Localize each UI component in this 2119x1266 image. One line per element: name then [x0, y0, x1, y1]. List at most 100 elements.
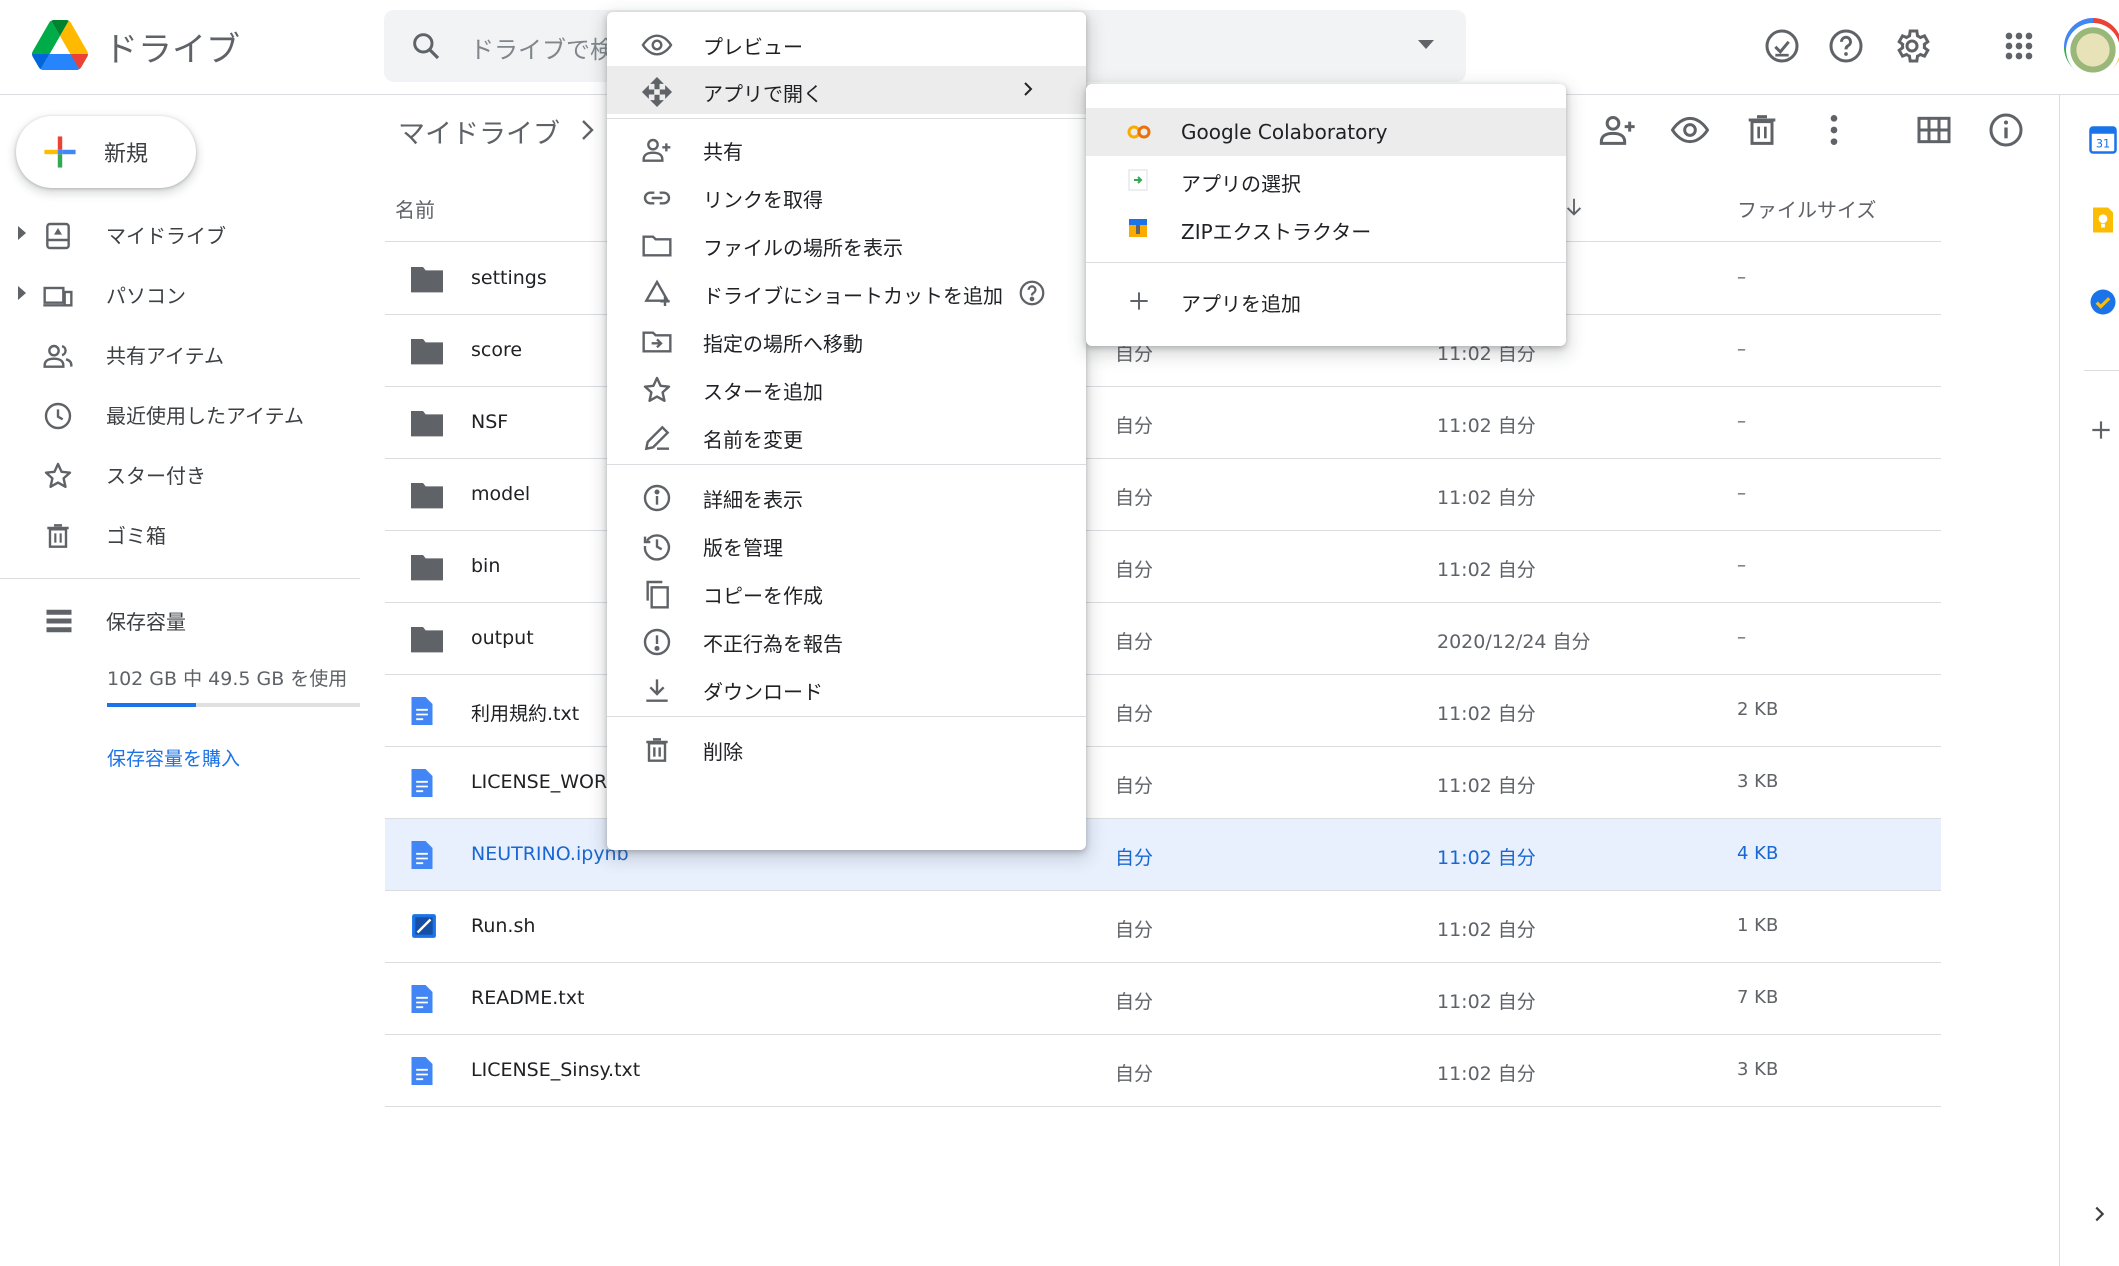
- menu-item-label: 不正行為を報告: [703, 632, 843, 656]
- copy-icon: [641, 578, 673, 610]
- recent-icon: [42, 400, 74, 432]
- folder-icon: [411, 337, 443, 365]
- info-icon[interactable]: [1986, 110, 2026, 150]
- submenu-item[interactable]: ZIPエクストラクター: [1086, 204, 1566, 252]
- breadcrumb[interactable]: マイドライブ: [398, 112, 560, 151]
- menu-item[interactable]: リンクを取得: [607, 172, 1086, 220]
- help-icon[interactable]: [1826, 26, 1866, 66]
- document-icon: [411, 697, 433, 725]
- file-name: bin: [471, 555, 501, 577]
- file-owner: 自分: [1115, 559, 1154, 581]
- sidebar-item-my-drive[interactable]: マイドライブ: [0, 206, 360, 262]
- trash-icon[interactable]: [1742, 110, 1782, 150]
- expand-arrow-icon[interactable]: [18, 226, 26, 240]
- file-size: 1 KB: [1737, 915, 1779, 936]
- menu-item[interactable]: ファイルの場所を表示: [607, 220, 1086, 268]
- history-icon: [641, 530, 673, 562]
- file-size: 7 KB: [1737, 987, 1779, 1008]
- file-modified: 11:02 自分: [1437, 919, 1536, 941]
- apps-grid-icon[interactable]: [1999, 26, 2039, 66]
- file-modified: 11:02 自分: [1437, 847, 1536, 869]
- menu-item[interactable]: プレビュー: [607, 19, 1086, 67]
- menu-item[interactable]: ドライブにショートカットを追加: [607, 268, 1086, 316]
- menu-item[interactable]: スターを追加: [607, 364, 1086, 412]
- sidebar-item-recent[interactable]: 最近使用したアイテム: [0, 386, 360, 442]
- side-panel: 31: [2059, 95, 2119, 1266]
- storage-icon: [44, 606, 74, 636]
- menu-item[interactable]: 名前を変更: [607, 412, 1086, 460]
- search-input[interactable]: ドライブで検: [470, 30, 614, 65]
- add-addon-icon[interactable]: [2088, 417, 2114, 443]
- sidebar-item-starred[interactable]: スター付き: [0, 446, 360, 502]
- sidebar-item-trash[interactable]: ゴミ箱: [0, 506, 360, 562]
- menu-item[interactable]: 不正行為を報告: [607, 616, 1086, 664]
- toolbar: [1590, 110, 2030, 150]
- column-header-name[interactable]: 名前: [395, 194, 435, 223]
- preview-icon[interactable]: [1670, 110, 1710, 150]
- file-name: NEUTRINO.ipynb: [471, 843, 629, 865]
- computers-icon: [42, 280, 74, 312]
- help-icon[interactable]: [1017, 278, 1047, 308]
- storage-label[interactable]: 保存容量: [106, 606, 186, 635]
- tasks-icon[interactable]: [2088, 287, 2118, 317]
- file-modified: 11:02 自分: [1437, 1063, 1536, 1085]
- menu-item[interactable]: ダウンロード: [607, 664, 1086, 712]
- shared-icon: [42, 340, 74, 372]
- document-icon: [411, 1057, 433, 1085]
- folder-icon: [411, 481, 443, 509]
- menu-divider: [607, 716, 1086, 717]
- keep-icon[interactable]: [2088, 205, 2118, 235]
- folder-icon: [411, 553, 443, 581]
- colab-icon: [1126, 120, 1152, 144]
- menu-item[interactable]: 削除: [607, 724, 1086, 772]
- settings-icon[interactable]: [1892, 26, 1932, 66]
- menu-item[interactable]: 詳細を表示: [607, 472, 1086, 520]
- sidebar-item-label: 最近使用したアイテム: [106, 404, 304, 428]
- new-button-label: 新規: [104, 142, 149, 167]
- submenu-item[interactable]: Google Colaboratory: [1086, 108, 1566, 156]
- chevron-right-icon[interactable]: [2088, 1203, 2110, 1225]
- file-owner: 自分: [1115, 1063, 1154, 1085]
- move-icon: [641, 326, 673, 358]
- report-icon: [641, 626, 673, 658]
- grid-view-icon[interactable]: [1914, 110, 1954, 150]
- ready-for-offline-icon[interactable]: [1762, 26, 1802, 66]
- search-options-icon[interactable]: [1418, 40, 1434, 50]
- rename-icon: [641, 422, 673, 454]
- sidebar-item-label: マイドライブ: [106, 224, 226, 248]
- menu-item[interactable]: 指定の場所へ移動: [607, 316, 1086, 364]
- divider: [0, 578, 360, 579]
- menu-item-label: リンクを取得: [703, 188, 823, 212]
- sidebar-item-label: パソコン: [106, 284, 186, 308]
- plus-icon: [1126, 288, 1152, 314]
- file-size: –: [1737, 555, 1746, 576]
- folder-icon: [411, 409, 443, 437]
- buy-storage-link[interactable]: 保存容量を購入: [107, 744, 240, 771]
- menu-item[interactable]: アプリで開く: [607, 66, 1086, 114]
- add-person-icon[interactable]: [1598, 110, 1638, 150]
- more-icon[interactable]: [1814, 110, 1854, 150]
- sidebar-item-label: ゴミ箱: [106, 524, 166, 548]
- submenu-item-label: ZIPエクストラクター: [1181, 220, 1372, 244]
- sidebar-item-shared[interactable]: 共有アイテム: [0, 326, 360, 382]
- menu-item[interactable]: 版を管理: [607, 520, 1086, 568]
- menu-item[interactable]: 共有: [607, 124, 1086, 172]
- submenu-item[interactable]: アプリを追加: [1086, 276, 1566, 324]
- avatar[interactable]: [2064, 18, 2119, 76]
- submenu-item[interactable]: アプリの選択: [1086, 156, 1566, 204]
- menu-item-label: コピーを作成: [703, 584, 823, 608]
- file-row[interactable]: LICENSE_Sinsy.txt 自分 11:02 自分 3 KB: [385, 1035, 1941, 1107]
- file-modified: 11:02 自分: [1437, 703, 1536, 725]
- sidebar-item-computers[interactable]: パソコン: [0, 266, 360, 322]
- column-header-size[interactable]: ファイルサイズ: [1737, 194, 1876, 223]
- storage-progress-bar: [107, 703, 360, 707]
- search-icon[interactable]: [410, 30, 442, 62]
- drive-logo-icon[interactable]: [32, 20, 88, 70]
- expand-arrow-icon[interactable]: [18, 286, 26, 300]
- file-row[interactable]: README.txt 自分 11:02 自分 7 KB: [385, 963, 1941, 1035]
- file-row[interactable]: Run.sh 自分 11:02 自分 1 KB: [385, 891, 1941, 963]
- menu-item[interactable]: コピーを作成: [607, 568, 1086, 616]
- sort-arrow-icon[interactable]: [1563, 196, 1585, 218]
- new-button[interactable]: 新規: [16, 116, 196, 188]
- calendar-icon[interactable]: 31: [2088, 125, 2118, 155]
